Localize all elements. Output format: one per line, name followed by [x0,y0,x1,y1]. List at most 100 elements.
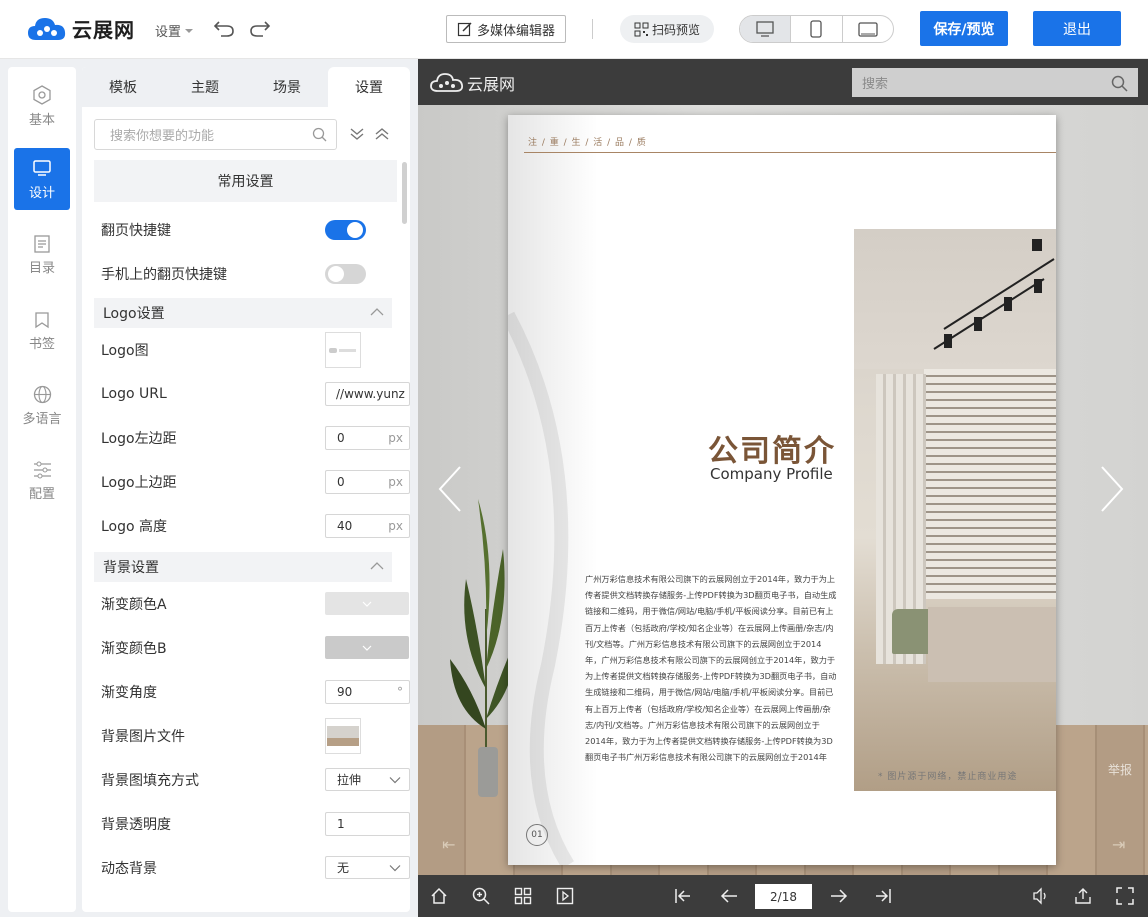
viewer-bottom-bar: 2/18 [418,875,1148,917]
gradient-angle-input[interactable]: 90 ° [325,680,410,704]
page-flip-shortcut-toggle[interactable] [325,220,366,240]
setting-label: Logo左边距 [101,431,177,447]
track-lights [933,239,1055,350]
home-icon[interactable] [430,887,448,905]
setting-label: Logo URL [101,386,167,402]
logo-url-input[interactable]: //www.yunz [325,382,410,406]
nav-item-basic[interactable]: 基本 [14,75,70,137]
left-nav: 基本 设计 目录 书签 多语言 配置 [8,67,76,912]
mobile-page-flip-shortcut-toggle[interactable] [325,264,366,284]
setting-row: 手机上的翻页快捷键 [101,259,397,289]
setting-label: 翻页快捷键 [101,223,171,239]
input-value: //www.yunz [336,387,405,401]
dynamic-background-select[interactable]: 无 [325,856,410,879]
save-preview-button[interactable]: 保存/预览 [920,11,1008,46]
setting-label: 手机上的翻页快捷键 [101,267,227,283]
input-value: 40 [337,519,353,533]
autoplay-icon[interactable] [556,887,574,905]
viewer-logo[interactable]: 云展网 [430,71,515,95]
tablet-view-button[interactable] [843,16,893,42]
nav-item-language[interactable]: 多语言 [14,375,70,437]
logo-section-header[interactable]: Logo设置 [94,298,392,328]
nav-item-bookmark[interactable]: 书签 [14,300,70,362]
photo-table [928,607,1056,682]
background-opacity-input[interactable]: 1 [325,812,410,836]
feature-search-input[interactable]: 搜索你想要的功能 [94,119,337,150]
setting-row: Logo URL //www.yunz [101,379,410,409]
logo-image-thumbnail[interactable] [325,332,361,368]
setting-label: 背景透明度 [101,817,171,833]
collapse-all-icon[interactable] [374,127,390,141]
first-page-faint-icon: ⇤ [442,835,456,854]
sliders-icon [33,461,51,478]
page-rule [524,152,1056,153]
expand-all-icon[interactable] [349,127,365,141]
media-editor-button[interactable]: 多媒体编辑器 [446,15,566,43]
panel-scrollbar[interactable] [402,162,407,224]
divider [592,19,593,39]
input-value: 0 [337,475,345,489]
mobile-view-button[interactable] [791,16,843,42]
desktop-view-button[interactable] [740,16,792,42]
tab-settings[interactable]: 设置 [328,67,410,107]
gradient-color-a-picker[interactable] [325,592,409,615]
tab-template[interactable]: 模板 [82,67,164,107]
nav-item-design[interactable]: 设计 [14,148,70,210]
photo-caption: * 图片源于网络，禁止商业用途 [878,772,1018,782]
brand-logo[interactable]: 云展网 [26,14,135,43]
logo-height-input[interactable]: 40 px [325,514,410,538]
gradient-color-b-picker[interactable] [325,636,409,659]
exit-button[interactable]: 退出 [1033,11,1121,46]
prev-page-arrow-icon[interactable] [436,464,464,514]
undo-icon[interactable] [213,18,235,38]
viewer-brand-name: 云展网 [467,75,516,94]
last-page-icon[interactable] [874,887,892,905]
sound-icon[interactable] [1032,887,1050,905]
nav-item-label: 基本 [28,112,55,128]
next-page-icon[interactable] [830,887,848,905]
page-body-text: 广州万彩信息技术有限公司旗下的云展网创立于2014年，致力于为上传者提供文档转换… [585,574,837,763]
prev-page-icon[interactable] [720,887,738,905]
thumbnails-icon[interactable] [514,887,532,905]
background-image-thumbnail[interactable] [325,718,361,754]
setting-label: 背景图填充方式 [101,773,199,789]
redo-icon[interactable] [249,18,271,38]
page-indicator[interactable]: 2/18 [755,884,812,909]
nav-item-toc[interactable]: 目录 [14,224,70,286]
setting-label: 动态背景 [101,861,157,877]
tab-scene[interactable]: 场景 [246,67,328,107]
next-page-arrow-icon[interactable] [1098,464,1126,514]
background-section-header[interactable]: 背景设置 [94,552,392,582]
caret-down-icon [185,28,194,33]
settings-menu[interactable]: 设置 [155,21,194,40]
panel-tabs: 模板 主题 场景 设置 [82,67,410,107]
zoom-in-icon[interactable] [472,887,490,905]
setting-row: Logo上边距 0 px [101,467,410,497]
setting-row: 动态背景 无 [101,853,410,883]
background-fill-select[interactable]: 拉伸 [325,768,410,791]
share-icon[interactable] [1074,887,1092,905]
page-title-cn: 公司简介 [708,434,836,469]
interior-photo: * 图片源于网络，禁止商业用途 [854,229,1056,791]
logo-top-margin-input[interactable]: 0 px [325,470,410,494]
book-page[interactable]: 注 / 重 / 生 / 活 / 品 / 质 * 图片源于网络，禁止商业用途 公司… [508,115,1056,865]
logo-left-margin-input[interactable]: 0 px [325,426,410,450]
chevron-up-icon [370,562,384,570]
tab-theme[interactable]: 主题 [164,67,246,107]
viewer-search-input[interactable]: 搜索 [852,68,1138,97]
setting-label: 渐变角度 [101,685,157,701]
fullscreen-icon[interactable] [1116,887,1134,905]
setting-row: 渐变角度 90 ° [101,677,410,707]
setting-row: 背景透明度 1 [101,809,410,839]
chevron-up-icon [370,308,384,316]
qr-preview-button[interactable]: 扫码预览 [620,15,714,43]
first-page-icon[interactable] [674,887,692,905]
nav-item-config[interactable]: 配置 [14,450,70,512]
report-link[interactable]: 举报 [1108,761,1132,778]
common-settings-header[interactable]: 常用设置 [94,160,397,202]
page-number-badge: 01 [526,824,548,846]
nav-item-label: 书签 [28,336,55,352]
input-value: 0 [337,431,345,445]
top-bar: 云展网 设置 多媒体编辑器 扫码预览 保存/预览 退出 [0,0,1148,59]
qr-preview-label: 扫码预览 [651,22,700,37]
